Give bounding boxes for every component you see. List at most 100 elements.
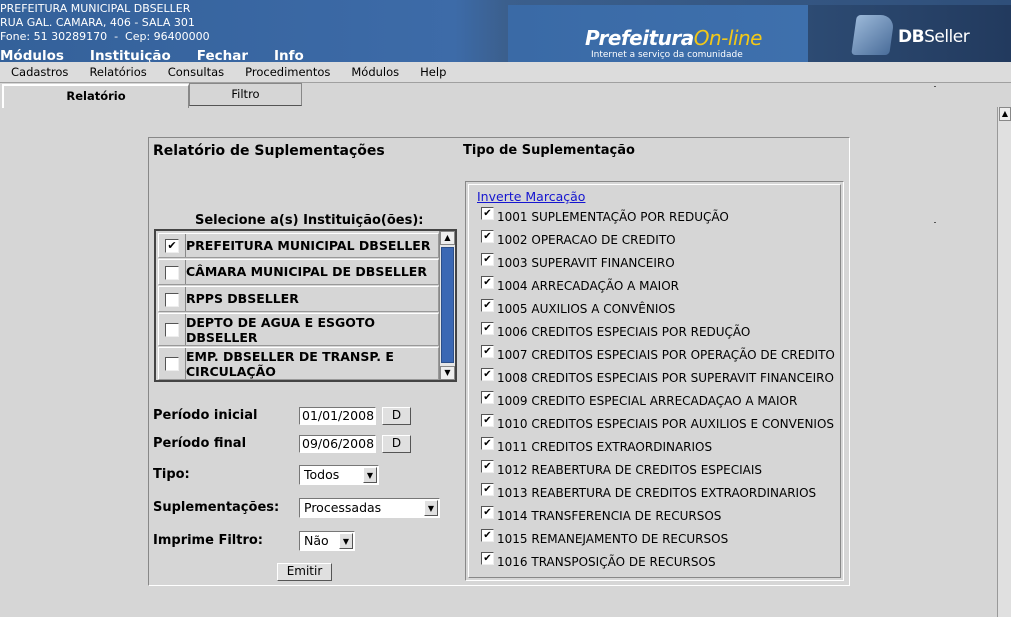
scroll-down-arrow-icon[interactable]: ▼ (440, 366, 455, 380)
tipo-checkbox[interactable]: ✔ (481, 391, 494, 404)
tipo-item-label: 1004 ARRECADAÇÃO A MAIOR (497, 276, 679, 296)
institution-name: RPPS DBSELLER (185, 287, 440, 311)
tipo-checkbox[interactable]: ✔ (481, 483, 494, 496)
menu-procedimentos[interactable]: Procedimentos (245, 65, 330, 79)
institution-name: CÂMARA MUNICIPAL DE DBSELLER (185, 260, 440, 284)
tipo-item-code: 1013 (497, 486, 528, 500)
tipo-checkbox[interactable]: ✔ (481, 299, 494, 312)
tipo-checkbox[interactable]: ✔ (481, 322, 494, 335)
tipo-checkbox[interactable]: ✔ (481, 253, 494, 266)
tipo-item-label: 1012 REABERTURA DE CREDITOS ESPECIAIS (497, 460, 762, 480)
tipo-item-code: 1012 (497, 463, 528, 477)
tipo-checkbox[interactable]: ✔ (481, 460, 494, 473)
periodo-final-date-button[interactable]: D (382, 435, 411, 453)
tipo-item-code: 1015 (497, 532, 528, 546)
institution-name: PREFEITURA MUNICIPAL DBSELLER (185, 234, 440, 257)
suplementacoes-select[interactable]: Processadas ▼ (299, 498, 440, 518)
tipo-item-code: 1003 (497, 256, 528, 270)
org-phone: Fone: 51 30289170 - Cep: 96400000 (0, 30, 210, 43)
institution-checkbox[interactable] (165, 293, 179, 307)
report-form: Relatório de Suplementações Tipo de Supl… (148, 137, 850, 586)
institution-checkbox[interactable] (165, 357, 179, 371)
tipo-checkbox[interactable]: ✔ (481, 529, 494, 542)
tipo-item-code: 1004 (497, 279, 528, 293)
scrollbar-thumb[interactable] (441, 247, 454, 363)
tipo-item-text: SUPLEMENTAÇÃO POR REDUÇÃO (531, 210, 729, 224)
tipo-checkbox[interactable]: ✔ (481, 552, 494, 565)
tab-filtro[interactable]: Filtro (189, 83, 302, 106)
stray-dot (934, 222, 936, 223)
tipo-item-text: TRANSPOSIÇÃO DE RECURSOS (531, 555, 716, 569)
imprime-filtro-select-value: Não (304, 533, 329, 548)
prefeitura-online-logo: PrefeituraOn-line Internet a serviço da … (508, 5, 808, 62)
organization-info: PREFEITURA MUNICIPAL DBSELLER RUA GAL. CA… (0, 2, 210, 44)
tipo-item-label: 1001 SUPLEMENTAÇÃO POR REDUÇÃO (497, 207, 729, 227)
periodo-inicial-date-button[interactable]: D (382, 407, 411, 425)
dbseller-logo: DBSeller (808, 5, 1011, 62)
dbseller-logo-icon (851, 15, 895, 55)
tipo-item-text: CREDITOS ESPECIAIS POR SUPERAVIT FINANCE… (531, 371, 834, 385)
tipo-item-text: SUPERAVIT FINANCEIRO (531, 256, 675, 270)
tipo-item-code: 1007 (497, 348, 528, 362)
tipo-item-code: 1014 (497, 509, 528, 523)
institution-checkbox[interactable] (165, 266, 179, 280)
periodo-final-input[interactable]: 09/06/2008 (299, 435, 376, 453)
form-title: Relatório de Suplementações (153, 143, 385, 159)
tipo-checkbox[interactable]: ✔ (481, 368, 494, 381)
periodo-final-label: Período final (153, 436, 247, 451)
tipo-item-text: TRANSFERENCIA DE RECURSOS (531, 509, 722, 523)
institution-item[interactable]: ✔ PREFEITURA MUNICIPAL DBSELLER (158, 233, 439, 258)
tipo-checkbox[interactable]: ✔ (481, 207, 494, 220)
tipo-item-code: 1005 (497, 302, 528, 316)
imprime-filtro-label: Imprime Filtro: (153, 533, 263, 548)
institution-item[interactable]: DEPTO DE AGUA E ESGOTO DBSELLER (158, 313, 439, 346)
tipo-item-code: 1001 (497, 210, 528, 224)
db-logo-rest: Seller (924, 27, 970, 47)
tipo-item-text: CREDITOS ESPECIAIS POR REDUÇÃO (531, 325, 751, 339)
menu-bar: Cadastros Relatórios Consultas Procedime… (0, 62, 1011, 83)
institution-checkbox[interactable]: ✔ (165, 239, 179, 253)
tipo-item-text: REABERTURA DE CREDITOS ESPECIAIS (531, 463, 762, 477)
tipo-suplementacao-box: Inverte Marcação ✔ 1001 SUPLEMENTAÇÃO POR… (465, 181, 844, 581)
tipo-select[interactable]: Todos ▼ (299, 465, 379, 485)
page-scrollbar[interactable]: ▲ (997, 107, 1011, 617)
scroll-up-arrow-icon[interactable]: ▲ (440, 231, 455, 245)
tipo-item-label: 1014 TRANSFERENCIA DE RECURSOS (497, 506, 721, 526)
chevron-down-icon: ▼ (363, 467, 377, 483)
tipo-checkbox[interactable]: ✔ (481, 276, 494, 289)
brand-tagline: Internet a serviço da comunidade (591, 50, 743, 60)
tipo-checkbox[interactable]: ✔ (481, 437, 494, 450)
menu-relatorios[interactable]: Relatórios (89, 65, 146, 79)
menu-cadastros[interactable]: Cadastros (11, 65, 68, 79)
institution-item[interactable]: CÂMARA MUNICIPAL DE DBSELLER (158, 259, 439, 285)
scroll-up-arrow-icon[interactable]: ▲ (999, 107, 1011, 121)
menu-help[interactable]: Help (420, 65, 446, 79)
tipo-item-label: 1016 TRANSPOSIÇÃO DE RECURSOS (497, 552, 716, 572)
institutions-scrollbar[interactable]: ▲ ▼ (439, 231, 455, 380)
chevron-down-icon: ▼ (424, 500, 438, 516)
tipo-item-label: 1003 SUPERAVIT FINANCEIRO (497, 253, 675, 273)
institution-item[interactable]: EMP. DBSELLER DE TRANSP. E CIRCULAÇÃO (158, 347, 439, 380)
tipo-item-code: 1006 (497, 325, 528, 339)
brand-prefeitura: Prefeitura (585, 26, 694, 50)
inverte-marcacao-link[interactable]: Inverte Marcação (477, 189, 585, 204)
org-name: PREFEITURA MUNICIPAL DBSELLER (0, 2, 191, 15)
tipo-checkbox[interactable]: ✔ (481, 230, 494, 243)
tipo-item-text: CREDITOS EXTRAORDINARIOS (531, 440, 713, 454)
tab-relatorio[interactable]: Relatório (2, 84, 189, 108)
tipo-checkbox[interactable]: ✔ (481, 345, 494, 358)
chevron-down-icon: ▼ (339, 533, 353, 549)
tipo-item-code: 1002 (497, 233, 528, 247)
institution-item[interactable]: RPPS DBSELLER (158, 286, 439, 312)
menu-modulos[interactable]: Módulos (351, 65, 399, 79)
menu-consultas[interactable]: Consultas (168, 65, 224, 79)
tipo-suplementacao-title: Tipo de Suplementação (463, 143, 635, 158)
periodo-inicial-label: Período inicial (153, 408, 258, 423)
periodo-inicial-input[interactable]: 01/01/2008 (299, 407, 376, 425)
tipo-checkbox[interactable]: ✔ (481, 506, 494, 519)
institution-checkbox[interactable] (165, 323, 179, 337)
tipo-checkbox[interactable]: ✔ (481, 414, 494, 427)
tipo-item-label: 1005 AUXILIOS A CONVÊNIOS (497, 299, 675, 319)
emitir-button[interactable]: Emitir (277, 563, 332, 581)
imprime-filtro-select[interactable]: Não ▼ (299, 531, 355, 551)
